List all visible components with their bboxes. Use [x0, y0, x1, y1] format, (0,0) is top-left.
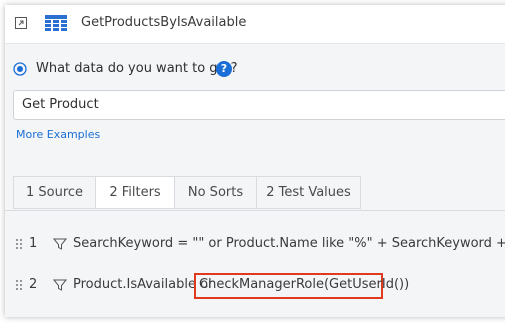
- drag-handle-icon[interactable]: [15, 238, 23, 250]
- tab-source[interactable]: 1 Source: [13, 176, 95, 209]
- tab-bar: 1 Source 2 Filters No Sorts 2 Test Value…: [13, 176, 361, 210]
- highlighted-expression[interactable]: CheckManagerRole(GetUserId()): [199, 277, 409, 292]
- filter-number: 1: [29, 236, 38, 251]
- tab-sorts[interactable]: No Sorts: [174, 176, 256, 209]
- more-examples-link[interactable]: More Examples: [16, 128, 100, 141]
- editor-header: GetProductsByIsAvailable: [5, 5, 505, 44]
- tab-divider: [5, 210, 505, 211]
- aggregate-title[interactable]: GetProductsByIsAvailable: [81, 15, 246, 30]
- filter-expression[interactable]: Product.IsAvailable or: [73, 277, 213, 292]
- radio-selected-icon[interactable]: [13, 62, 27, 76]
- filter-expression[interactable]: SearchKeyword = "" or Product.Name like …: [73, 236, 505, 251]
- drag-handle-icon[interactable]: [15, 279, 23, 291]
- filter-row[interactable]: 1 SearchKeyword = "" or Product.Name lik…: [13, 232, 505, 258]
- filter-number: 2: [29, 277, 38, 292]
- tab-filters[interactable]: 2 Filters: [95, 176, 174, 209]
- expand-icon[interactable]: [15, 17, 27, 29]
- table-icon: [45, 15, 67, 31]
- query-input[interactable]: Get Product: [13, 90, 505, 120]
- tab-test-values[interactable]: 2 Test Values: [256, 176, 361, 209]
- filter-icon: [53, 279, 67, 291]
- filter-icon: [53, 238, 67, 250]
- help-icon[interactable]: ?: [216, 61, 232, 77]
- question-label: What data do you want to get?: [36, 61, 238, 76]
- aggregate-editor-panel: GetProductsByIsAvailable What data do yo…: [5, 5, 505, 317]
